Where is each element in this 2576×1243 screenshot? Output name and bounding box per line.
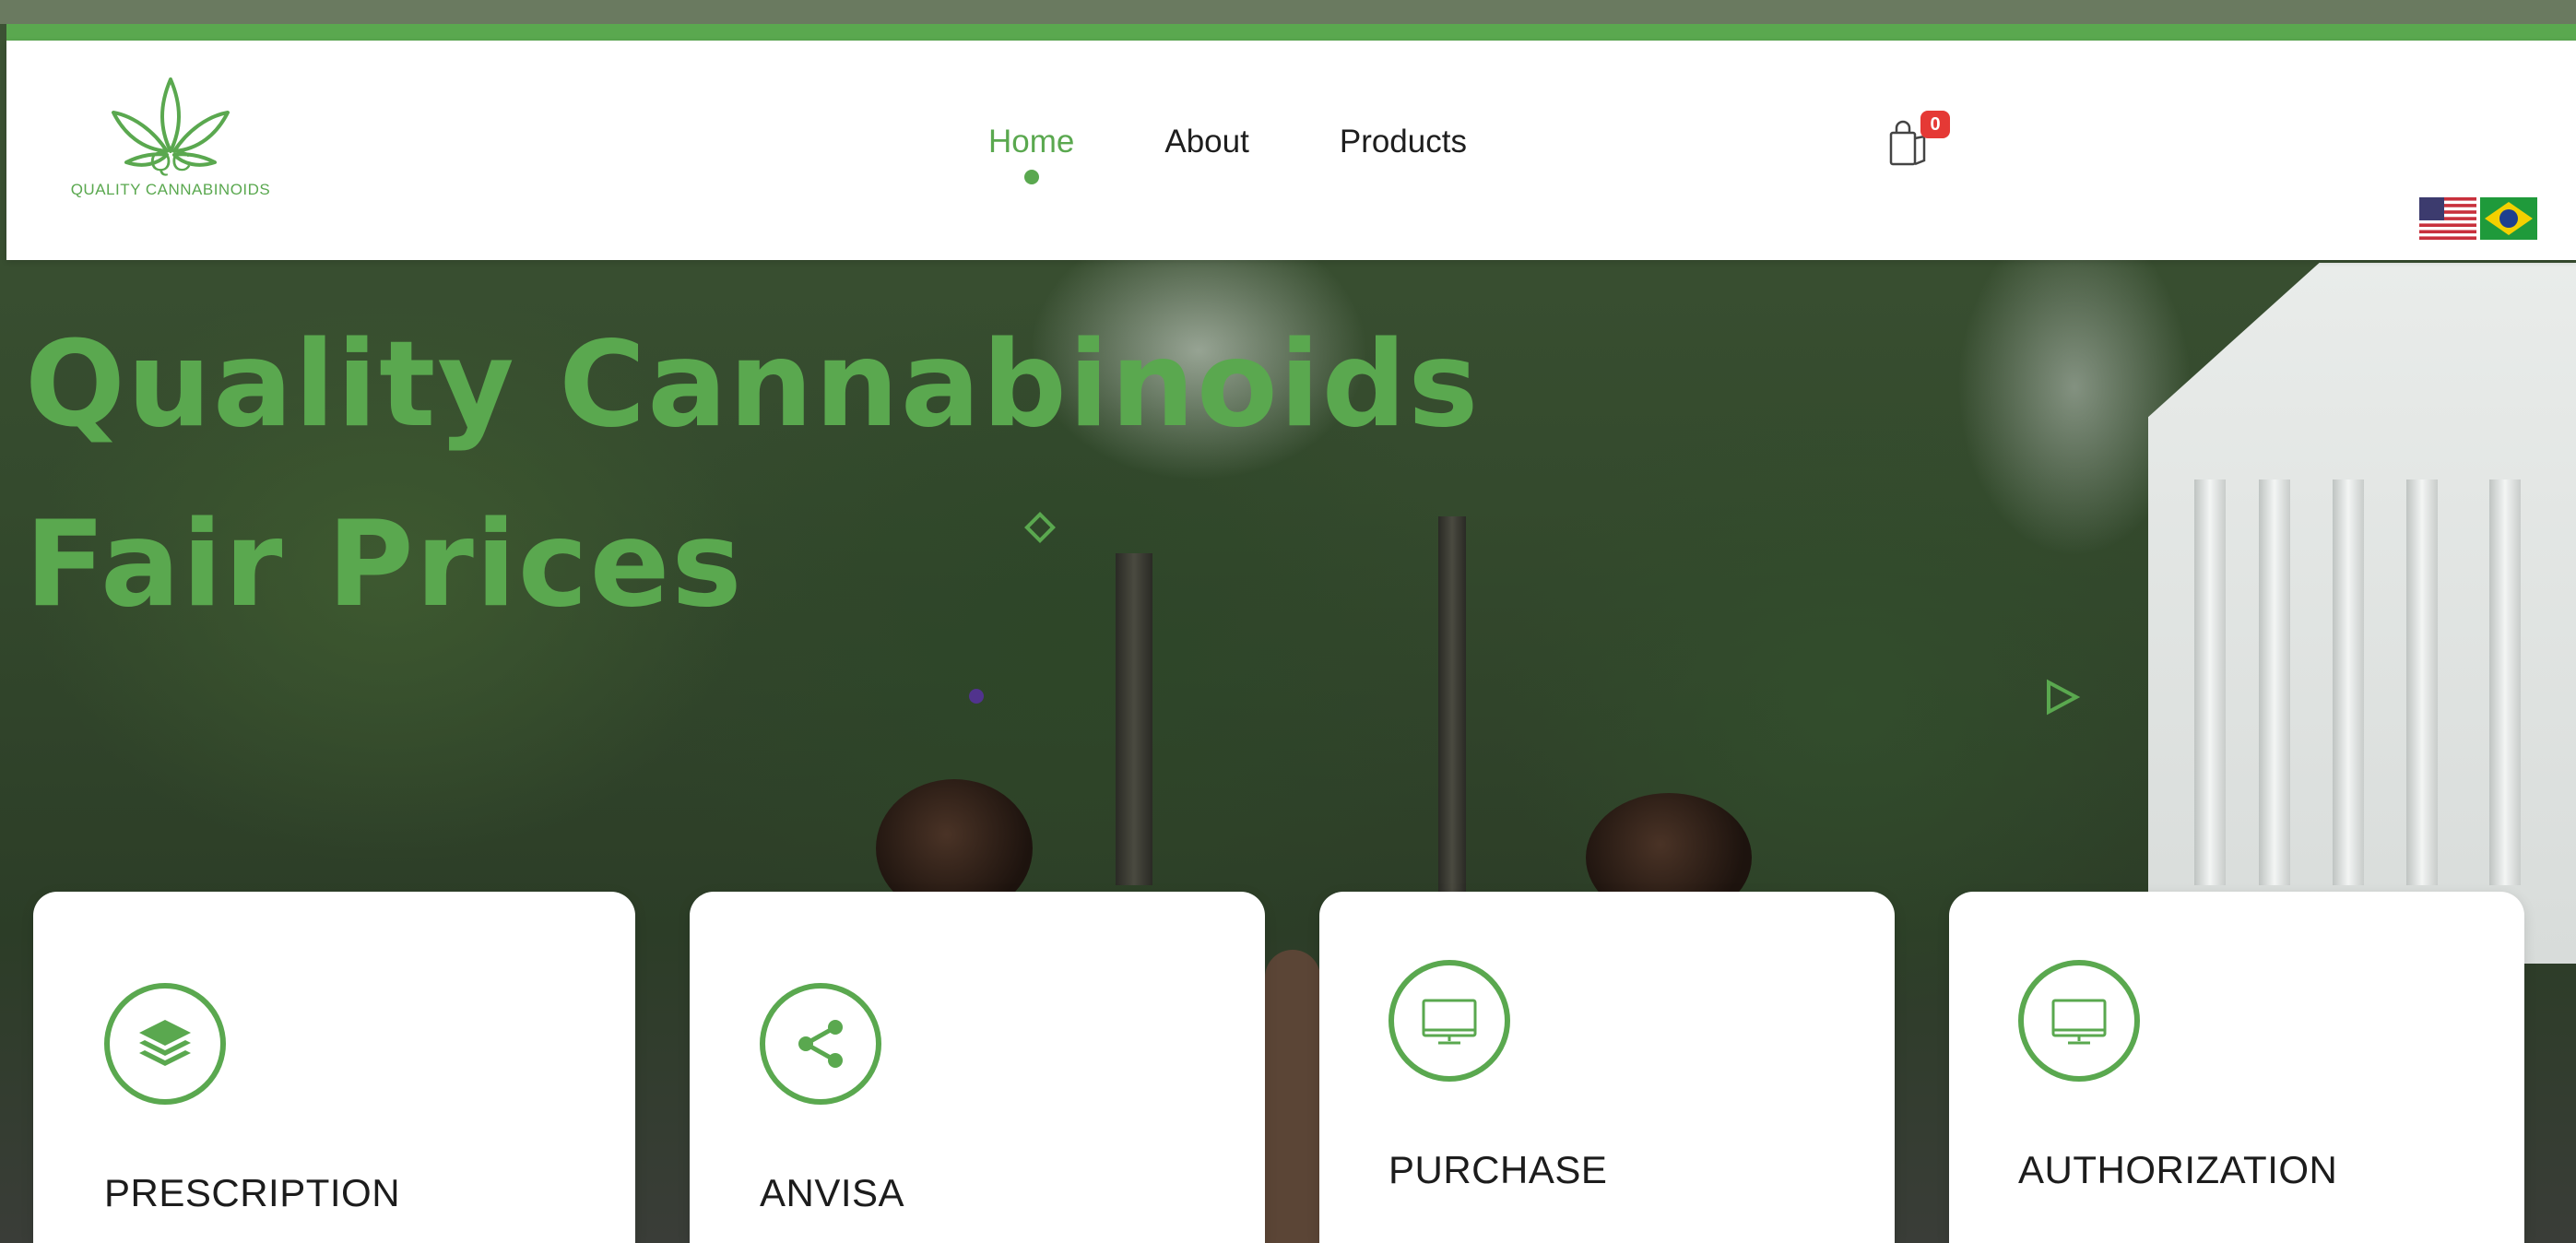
cannabis-leaf-icon: QC bbox=[112, 77, 230, 177]
hero-title-line-2: Fair Prices bbox=[25, 496, 744, 633]
card-icon-circle bbox=[104, 983, 226, 1105]
active-indicator-dot bbox=[1023, 170, 1039, 184]
feature-card-anvisa[interactable]: ANVISA bbox=[690, 892, 1265, 1243]
nav-item-about[interactable]: About bbox=[1164, 124, 1248, 170]
share-icon bbox=[798, 1020, 843, 1068]
top-strip bbox=[0, 0, 2576, 24]
building-column bbox=[2489, 479, 2521, 885]
nav-item-home[interactable]: Home bbox=[988, 124, 1075, 184]
brazil-flag-icon[interactable] bbox=[2480, 197, 2537, 240]
nav-item-label: Home bbox=[988, 124, 1075, 160]
site-header: QC QUALITY CANNABINOIDS Home About Produ… bbox=[6, 41, 2576, 260]
language-switcher bbox=[2419, 197, 2537, 240]
nav-item-label: Products bbox=[1339, 124, 1467, 160]
main-nav: Home About Products bbox=[988, 124, 1557, 184]
feature-card-authorization[interactable]: AUTHORIZATION bbox=[1949, 892, 2524, 1243]
cart-count-badge: 0 bbox=[1920, 111, 1950, 138]
card-title: PRESCRIPTION bbox=[104, 1171, 401, 1214]
feature-card-purchase[interactable]: PURCHASE bbox=[1319, 892, 1895, 1243]
card-icon-circle bbox=[760, 983, 881, 1105]
card-icon-circle bbox=[1388, 960, 1510, 1082]
person-figure bbox=[1265, 950, 1320, 1243]
decorative-triangle-shape bbox=[2047, 679, 2081, 716]
building-column bbox=[2259, 479, 2290, 885]
decorative-diamond-shape bbox=[1024, 512, 1056, 543]
decorative-dot-shape bbox=[969, 689, 984, 704]
header-accent-bar bbox=[6, 24, 2576, 41]
card-title: PURCHASE bbox=[1388, 1148, 1608, 1191]
feature-card-prescription[interactable]: PRESCRIPTION bbox=[33, 892, 635, 1243]
brand-logo[interactable]: QC QUALITY CANNABINOIDS bbox=[69, 77, 272, 207]
building-column bbox=[2333, 479, 2364, 885]
card-title: AUTHORIZATION bbox=[2018, 1148, 2338, 1191]
logo-monogram: QC bbox=[150, 147, 192, 177]
nav-item-products[interactable]: Products bbox=[1340, 124, 1467, 170]
hero-title-line-1: Quality Cannabinoids bbox=[25, 316, 1481, 454]
us-flag-icon[interactable] bbox=[2419, 197, 2476, 240]
cart-button[interactable]: 0 bbox=[1887, 111, 1952, 170]
monitor-icon bbox=[2051, 999, 2107, 1045]
monitor-icon bbox=[1422, 999, 1477, 1045]
building-column bbox=[2406, 479, 2438, 885]
hero-title: Quality Cannabinoids Fair Prices bbox=[25, 295, 1480, 655]
nav-item-label: About bbox=[1164, 124, 1249, 160]
building-column bbox=[2194, 479, 2226, 885]
card-icon-circle bbox=[2018, 960, 2140, 1082]
logo-text: QUALITY CANNABINOIDS bbox=[70, 181, 271, 198]
layers-icon bbox=[139, 1020, 191, 1066]
card-title: ANVISA bbox=[760, 1171, 905, 1214]
